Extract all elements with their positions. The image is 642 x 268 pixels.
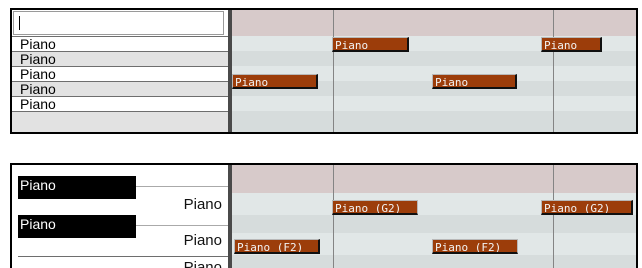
track-row-1[interactable]: Piano [12, 36, 228, 52]
midi-note[interactable]: Piano (F2) [432, 239, 518, 254]
midi-note[interactable]: Piano (G2) [541, 200, 633, 215]
track-row-empty [12, 111, 228, 132]
beat-gridline [553, 165, 554, 268]
arrange-area[interactable]: Piano (G2) Piano (G2) Piano (F2) Piano (… [232, 165, 636, 268]
track-row-4[interactable]: Piano [12, 81, 228, 97]
key-label: Piano [183, 259, 222, 268]
beat-gridline [333, 165, 334, 268]
timeline-header-lane [232, 10, 636, 36]
timeline-header-lane [232, 165, 636, 193]
midi-note[interactable]: Piano [432, 74, 517, 89]
lane [232, 111, 636, 132]
arrange-area[interactable]: Piano Piano Piano Piano [232, 10, 636, 132]
beat-gridline [553, 10, 554, 132]
midi-note[interactable]: Piano (F2) [234, 239, 320, 254]
track-row-3[interactable]: Piano [12, 66, 228, 82]
track-name-column: Piano Piano Piano Piano Piano [12, 165, 228, 268]
lane [232, 96, 636, 111]
lane [232, 215, 636, 233]
track-panel-bottom: Piano Piano Piano Piano Piano Piano (G2)… [10, 163, 638, 268]
key-label: Piano [183, 232, 222, 249]
beat-gridline [333, 10, 334, 132]
lane [232, 51, 636, 66]
track-label-black[interactable]: Piano [18, 176, 136, 199]
midi-note[interactable]: Piano [332, 37, 409, 52]
divider-line [136, 186, 228, 187]
key-label: Piano [183, 196, 222, 213]
lane [232, 255, 636, 268]
midi-note[interactable]: Piano [232, 74, 318, 89]
track-label-black[interactable]: Piano [18, 215, 136, 238]
track-name-column: Piano Piano Piano Piano Piano [12, 10, 228, 132]
track-panel-top: Piano Piano Piano Piano Piano Piano Pian… [10, 8, 638, 134]
track-row-2[interactable]: Piano [12, 51, 228, 67]
track-name-input[interactable] [13, 11, 224, 35]
midi-note[interactable]: Piano (G2) [332, 200, 418, 215]
midi-note[interactable]: Piano [541, 37, 602, 52]
divider-line [136, 225, 228, 226]
text-caret [19, 16, 20, 30]
track-row-5[interactable]: Piano [12, 96, 228, 112]
divider-line [18, 256, 228, 257]
